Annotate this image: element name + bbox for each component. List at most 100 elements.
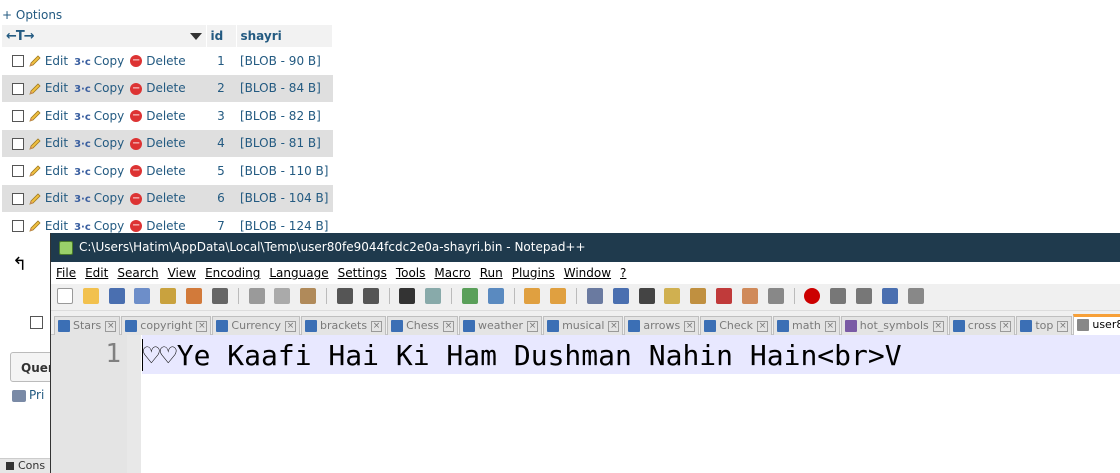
sort-dropdown-icon[interactable] [186, 29, 202, 43]
delete-link[interactable]: − Delete [130, 81, 186, 95]
close-tab-icon[interactable]: × [442, 320, 454, 332]
blob-cell[interactable]: [BLOB - 81 B] [236, 129, 333, 157]
close-all-icon[interactable] [186, 288, 203, 304]
edit-link[interactable]: Edit [28, 164, 68, 178]
cut-icon[interactable] [248, 288, 265, 304]
tab-arrows[interactable]: arrows × [624, 316, 700, 336]
zoom-out-icon[interactable] [487, 288, 504, 304]
row-checkbox[interactable] [12, 110, 24, 122]
menu-encoding[interactable]: Encoding [205, 266, 260, 280]
delete-link[interactable]: − Delete [130, 164, 186, 178]
monitoring-icon[interactable] [767, 288, 784, 304]
copy-link[interactable]: 3·c Copy [74, 191, 124, 205]
close-tab-icon[interactable]: × [824, 320, 836, 332]
delete-link[interactable]: − Delete [130, 191, 186, 205]
tab-math[interactable]: math × [773, 316, 840, 336]
menu-plugins[interactable]: Plugins [512, 266, 555, 280]
row-checkbox[interactable] [12, 55, 24, 67]
paste-icon[interactable] [300, 288, 317, 304]
sync-horizontal-icon[interactable] [550, 288, 567, 304]
folder-workspace-icon[interactable] [741, 288, 758, 304]
save-all-icon[interactable] [134, 288, 151, 304]
edit-link[interactable]: Edit [28, 219, 68, 233]
close-tab-icon[interactable]: × [1057, 320, 1069, 332]
menu-help[interactable]: ? [620, 266, 626, 280]
play-macro-icon[interactable] [855, 288, 872, 304]
blob-cell[interactable]: [BLOB - 104 B] [236, 184, 333, 212]
column-arrows[interactable]: ←T→ [6, 29, 35, 44]
edit-link[interactable]: Edit [28, 136, 68, 150]
column-shayri-header[interactable]: shayri [236, 25, 333, 47]
menu-language[interactable]: Language [269, 266, 328, 280]
redo-icon[interactable] [362, 288, 379, 304]
menu-settings[interactable]: Settings [338, 266, 387, 280]
copy-link[interactable]: 3·c Copy [74, 164, 124, 178]
indent-guide-icon[interactable] [638, 288, 655, 304]
delete-link[interactable]: − Delete [130, 109, 186, 123]
zoom-in-icon[interactable] [461, 288, 478, 304]
close-tab-icon[interactable]: × [608, 320, 620, 332]
close-tab-icon[interactable]: × [757, 320, 769, 332]
delete-link[interactable]: − Delete [130, 54, 186, 68]
close-tab-icon[interactable]: × [527, 320, 539, 332]
find-icon[interactable] [399, 288, 416, 304]
record-macro-icon[interactable] [804, 288, 821, 304]
copy-link[interactable]: 3·c Copy [74, 81, 124, 95]
edit-link[interactable]: Edit [28, 54, 68, 68]
save-macro-icon[interactable] [907, 288, 924, 304]
close-tab-icon[interactable]: × [684, 320, 696, 332]
check-all-checkbox[interactable] [30, 316, 43, 329]
menu-search[interactable]: Search [117, 266, 158, 280]
replace-icon[interactable] [425, 288, 442, 304]
delete-link[interactable]: − Delete [130, 136, 186, 150]
blob-cell[interactable]: [BLOB - 110 B] [236, 157, 333, 185]
delete-link[interactable]: − Delete [130, 219, 186, 233]
print-button[interactable]: Pri [12, 388, 44, 402]
close-tab-icon[interactable]: × [196, 320, 208, 332]
tab-currency[interactable]: Currency × [212, 316, 300, 336]
udl-icon[interactable] [664, 288, 681, 304]
new-file-icon[interactable] [57, 288, 73, 304]
copy-link[interactable]: 3·c Copy [74, 219, 124, 233]
open-file-icon[interactable] [82, 288, 99, 304]
menu-tools[interactable]: Tools [396, 266, 426, 280]
editor-area[interactable]: 1 ♡♡Ye Kaafi Hai Ki Ham Dushman Nahin Ha… [51, 335, 1120, 473]
options-link[interactable]: + Options [2, 8, 62, 22]
menu-view[interactable]: View [168, 266, 196, 280]
menu-edit[interactable]: Edit [85, 266, 108, 280]
blob-cell[interactable]: [BLOB - 84 B] [236, 74, 333, 102]
stop-macro-icon[interactable] [830, 288, 847, 304]
run-macro-multiple-icon[interactable] [881, 288, 898, 304]
row-checkbox[interactable] [12, 82, 24, 95]
menu-macro[interactable]: Macro [434, 266, 470, 280]
title-bar[interactable]: C:\Users\Hatim\AppData\Local\Temp\user80… [51, 233, 1120, 262]
row-checkbox[interactable] [12, 220, 24, 232]
close-tab-icon[interactable]: × [105, 320, 117, 332]
tab-musical[interactable]: musical × [543, 316, 624, 336]
copy-link[interactable]: 3·c Copy [74, 54, 124, 68]
close-tab-icon[interactable]: × [284, 320, 296, 332]
sync-vertical-icon[interactable] [524, 288, 541, 304]
tab-chess[interactable]: Chess × [387, 316, 458, 336]
editor-line-text[interactable]: ♡♡Ye Kaafi Hai Ki Ham Dushman Nahin Hain… [143, 339, 902, 372]
menu-file[interactable]: File [56, 266, 76, 280]
edit-link[interactable]: Edit [28, 81, 68, 95]
column-id-header[interactable]: id [206, 25, 237, 47]
tab-top[interactable]: top × [1016, 316, 1073, 336]
edit-link[interactable]: Edit [28, 109, 68, 123]
close-tab-icon[interactable]: × [371, 320, 383, 332]
close-tab-icon[interactable]: × [1000, 320, 1012, 332]
tab-copyright[interactable]: copyright × [121, 316, 212, 336]
function-list-icon[interactable] [716, 288, 733, 304]
tab-stars[interactable]: Stars × [54, 316, 121, 336]
tab-weather[interactable]: weather × [458, 316, 543, 336]
tab-check[interactable]: Check × [700, 316, 773, 336]
word-wrap-icon[interactable] [586, 288, 603, 304]
close-icon[interactable] [160, 288, 177, 304]
copy-link[interactable]: 3·c Copy [74, 136, 124, 150]
menu-run[interactable]: Run [480, 266, 503, 280]
column-arrows-header[interactable]: ←T→ [2, 25, 207, 47]
tab-active-file[interactable]: user80fe9044fcdc2e0a [1073, 314, 1120, 336]
undo-icon[interactable] [336, 288, 353, 304]
menu-window[interactable]: Window [564, 266, 611, 280]
